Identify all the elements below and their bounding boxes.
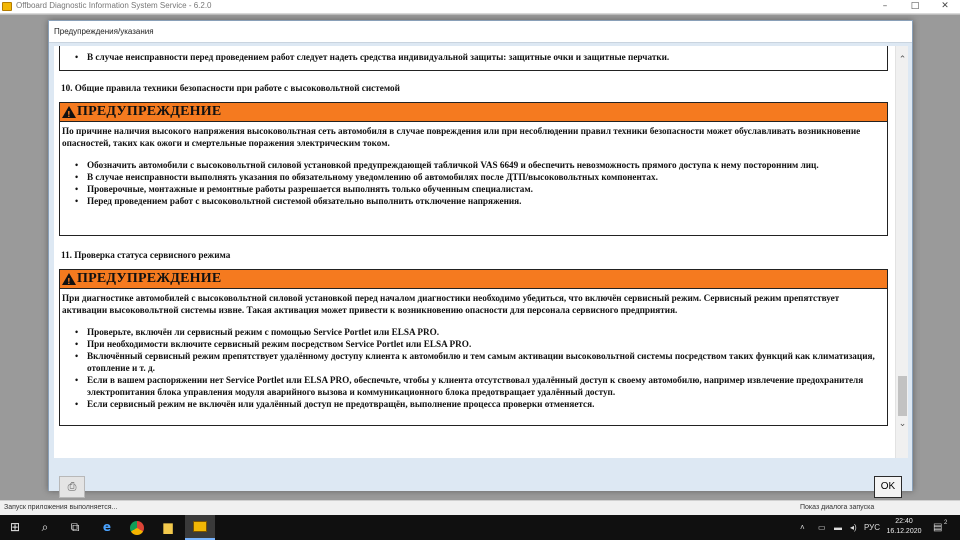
app-logo-icon (2, 2, 12, 11)
keyboard-language[interactable]: РУС (864, 515, 880, 540)
list-item: При необходимости включите сервисный реж… (73, 338, 879, 350)
chrome-icon[interactable] (122, 515, 152, 540)
app-title: Offboard Diagnostic Information System S… (16, 1, 212, 10)
section-heading: 10. Общие правила техники безопасности п… (61, 83, 400, 93)
clock-date: 16.12.2020 (886, 528, 922, 535)
internet-explorer-icon[interactable]: e (92, 515, 122, 540)
list-item: Проверьте, включён ли сервисный режим с … (73, 326, 879, 338)
scroll-down-arrow-icon[interactable]: ⌄ (896, 418, 909, 430)
file-explorer-icon[interactable]: ▆ (153, 515, 183, 540)
scroll-up-arrow-icon[interactable]: ⌃ (896, 54, 909, 66)
taskbar: ⊞ ⌕ ⧉ e ▆ ˄ ▭ ▬ ◂) РУС 22:40 16.12.2020 … (0, 515, 960, 540)
clock-time: 22:40 (895, 518, 913, 525)
warning-intro: По причине наличия высокого напряжения в… (62, 126, 861, 148)
volume-icon[interactable]: ◂) (850, 515, 857, 540)
dialog-title: Предупреждения/указания (54, 27, 154, 36)
task-view-icon[interactable]: ⧉ (60, 515, 90, 540)
odis-taskbar-icon[interactable] (185, 515, 215, 540)
list-item: В случае неисправности выполнять указани… (73, 171, 879, 183)
status-bar: Запуск приложения выполняется... Показ д… (0, 500, 960, 515)
list-item: Включённый сервисный режим препятствует … (73, 350, 879, 374)
notifications-icon[interactable]: ▤ (933, 515, 942, 540)
list-item: Проверочные, монтажные и ремонтные работ… (73, 183, 879, 195)
list-item: Если в вашем распоряжении нет Service Po… (73, 374, 879, 398)
warning-label: ПРЕДУПРЕЖДЕНИЕ (77, 271, 222, 286)
minimize-button[interactable]: – (870, 0, 900, 13)
list-item: Перед проведением работ с высоковольтной… (73, 195, 879, 207)
warnings-dialog: Предупреждения/указания В случае неиспра… (48, 20, 913, 498)
dialog-titlebar: Предупреждения/указания (49, 21, 912, 43)
close-window-button[interactable]: ✕ (930, 0, 960, 13)
status-text-left: Запуск приложения выполняется... (4, 504, 118, 511)
warning-box: ! ПРЕДУПРЕЖДЕНИЕ По причине наличия высо… (59, 102, 888, 236)
tray-chevron-icon[interactable]: ˄ (800, 515, 805, 540)
list-item: Обозначить автомобили с высоковольтной с… (73, 159, 879, 171)
network-icon[interactable]: ▭ (818, 515, 826, 540)
warning-box: ! ПРЕДУПРЕЖДЕНИЕ При диагностике автомоб… (59, 269, 888, 426)
warning-label: ПРЕДУПРЕЖДЕНИЕ (77, 104, 222, 119)
warning-header: ! ПРЕДУПРЕЖДЕНИЕ (60, 270, 887, 289)
warning-intro: При диагностике автомобилей с высоковоль… (62, 293, 840, 315)
section-heading: 11. Проверка статуса сервисного режима (61, 250, 231, 260)
app-titlebar: Offboard Diagnostic Information System S… (0, 0, 960, 14)
print-button[interactable]: ⎙ (59, 476, 85, 498)
list-item: В случае неисправности перед проведением… (73, 51, 879, 63)
list-item: Если сервисный режим не включён или удал… (73, 398, 879, 410)
status-text-right: Показ диалога запуска (800, 504, 875, 511)
warnings-content: В случае неисправности перед проведением… (54, 46, 895, 458)
scroll-thumb[interactable] (898, 376, 907, 416)
search-icon[interactable]: ⌕ (30, 515, 60, 540)
ok-button[interactable]: OK (874, 476, 902, 498)
printer-icon: ⎙ (67, 480, 77, 493)
windows-start-icon[interactable]: ⊞ (0, 515, 30, 540)
dialog-footer: ⎙ OK (49, 461, 912, 498)
previous-warning-box: В случае неисправности перед проведением… (59, 46, 888, 71)
notification-count: 2 (944, 520, 948, 526)
warning-header: ! ПРЕДУПРЕЖДЕНИЕ (60, 103, 887, 122)
clock[interactable]: 22:40 16.12.2020 (884, 517, 924, 537)
maximize-button[interactable]: □ (900, 0, 930, 13)
folder-tray-icon[interactable]: ▬ (834, 515, 842, 540)
vertical-scrollbar[interactable]: ⌃ ⌄ (895, 46, 908, 458)
